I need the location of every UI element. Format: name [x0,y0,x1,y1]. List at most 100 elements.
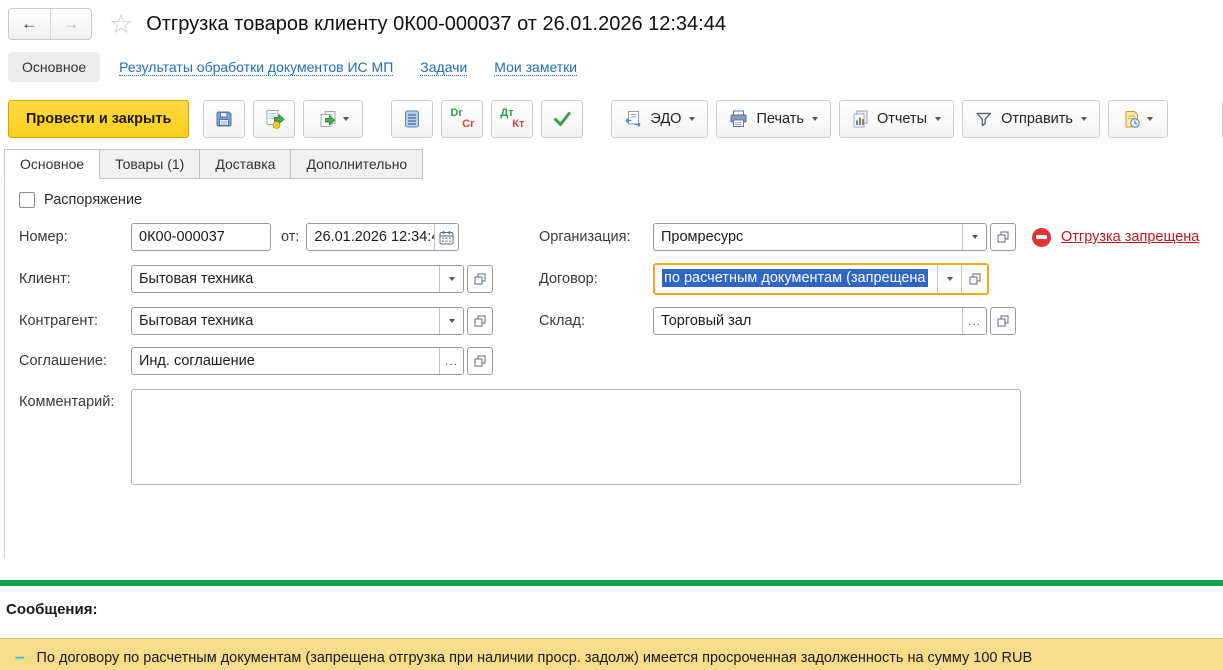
reports-label: Отчеты [876,111,928,127]
open-window-icon [474,273,486,285]
organization-input[interactable]: Промресурс [654,224,962,250]
contract-label: Договор: [539,271,598,287]
client-field: Бытовая техника [131,265,464,293]
warehouse-choose-button[interactable]: ... [962,308,986,334]
organization-label: Организация: [539,229,631,245]
print-label: Печать [756,111,804,127]
counterparty-input[interactable]: Бытовая техника [132,308,439,334]
agreement-input[interactable]: Инд. соглашение [132,348,439,374]
toolbar: Провести и закрыть Dr Cr Дт Кт ЭДО Печат… [8,99,1223,139]
save-button[interactable] [203,100,246,138]
drcr-icon: Dr Cr [450,107,475,130]
scheduled-tasks-button[interactable] [1107,100,1168,138]
reports-button[interactable]: Отчеты [838,100,955,138]
checkmark-icon [554,112,571,126]
tab-main[interactable]: Основное [4,149,101,179]
counterparty-dropdown-button[interactable] [439,308,463,334]
comment-label: Комментарий: [19,394,115,410]
nav-link-tasks[interactable]: Задачи [420,59,468,76]
nav-current-main[interactable]: Основное [8,52,101,82]
chevron-down-icon [342,117,349,121]
favorite-star-icon[interactable]: ☆ [109,10,133,38]
chevron-down-icon [971,235,978,239]
history-nav: ← → [8,8,92,40]
comment-input[interactable] [131,389,1021,485]
contract-input[interactable]: по расчетным документам (запрещена [655,265,937,293]
client-input[interactable]: Бытовая техника [132,266,439,292]
open-window-icon [474,355,486,367]
open-window-icon [997,315,1009,327]
number-input[interactable]: 0К00-000037 [132,224,270,250]
back-button[interactable]: ← [9,9,50,39]
counterparty-field: Бытовая техника [131,307,464,335]
section-nav: Основное Результаты обработки документов… [8,52,1223,82]
warehouse-open-button[interactable] [990,307,1016,335]
shipment-banned-link[interactable]: Отгрузка запрещена [1061,229,1199,245]
agreement-field: Инд. соглашение ... [131,347,464,375]
chevron-down-icon [1147,117,1154,121]
message-item[interactable]: – По договору по расчетным документам (з… [0,638,1223,670]
nav-link-ismp-results[interactable]: Результаты обработки документов ИС МП [119,59,394,76]
edo-icon [625,111,641,127]
contract-dropdown-button[interactable] [937,265,961,293]
tab-panel-main: Распоряжение Номер: 0К00-000037 от: 26.0… [4,179,1223,559]
tab-additional[interactable]: Дополнительно [290,149,424,179]
chevron-down-icon [811,117,818,121]
pane-splitter[interactable] [0,580,1223,586]
register-records-button[interactable] [391,100,434,138]
date-field: 26.01.2026 12:34:44 [306,223,460,251]
check-fill-button[interactable] [541,100,584,138]
post-document-icon [266,110,285,129]
post-document-button[interactable] [253,100,296,138]
dtkt-button[interactable]: Дт Кт [491,100,534,138]
date-input[interactable]: 26.01.2026 12:34:44 [307,224,434,250]
message-text: По договору по расчетным документам (зап… [36,650,1033,666]
chevron-down-icon [448,277,455,281]
disposition-checkbox[interactable] [19,192,35,208]
send-button[interactable]: Отправить [962,100,1100,138]
client-dropdown-button[interactable] [439,266,463,292]
counterparty-open-button[interactable] [467,307,493,335]
edo-label: ЭДО [650,111,682,127]
organization-open-button[interactable] [990,223,1016,251]
tab-goods[interactable]: Товары (1) [99,149,201,179]
print-button[interactable]: Печать [716,100,831,138]
document-tabs: Основное Товары (1) Доставка Дополнитель… [4,149,1223,179]
document-clock-icon [1125,110,1141,128]
print-icon [730,110,747,127]
drcr-button[interactable]: Dr Cr [441,100,484,138]
post-and-close-button[interactable]: Провести и закрыть [8,100,190,138]
window-header: ← → ☆ Отгрузка товаров клиенту 0К00-0000… [8,7,1223,41]
send-funnel-icon [976,112,992,127]
message-bullet-icon: – [15,647,25,666]
calendar-icon [439,230,454,244]
agreement-label: Соглашение: [19,353,107,369]
agreement-open-button[interactable] [467,347,493,375]
contract-open-button[interactable] [961,265,987,293]
warehouse-field: Торговый зал ... [653,307,987,335]
warehouse-input[interactable]: Торговый зал [654,308,962,334]
organization-dropdown-button[interactable] [962,224,986,250]
open-window-icon [997,231,1009,243]
page-title: Отгрузка товаров клиенту 0К00-000037 от … [146,12,726,35]
tab-delivery[interactable]: Доставка [199,149,292,179]
back-arrow-icon: ← [21,14,38,33]
document-window: ← → ☆ Отгрузка товаров клиенту 0К00-0000… [0,7,1223,670]
calendar-button[interactable] [434,224,459,250]
date-label: от: [281,229,300,245]
client-label: Клиент: [19,271,71,287]
create-based-on-icon [320,111,336,127]
forward-button[interactable]: → [50,9,91,39]
client-open-button[interactable] [467,265,493,293]
register-records-icon [405,110,420,128]
nav-link-my-notes[interactable]: Мои заметки [494,59,578,76]
edo-button[interactable]: ЭДО [611,100,709,138]
agreement-choose-button[interactable]: ... [439,348,463,374]
open-window-icon [474,315,486,327]
disposition-label: Распоряжение [44,192,143,208]
selected-text: по расчетным документам (запрещена [662,269,928,287]
chevron-down-icon [935,117,942,121]
create-based-on-button[interactable] [303,100,364,138]
messages-header: Сообщения: [6,601,98,618]
send-label: Отправить [1001,111,1073,127]
